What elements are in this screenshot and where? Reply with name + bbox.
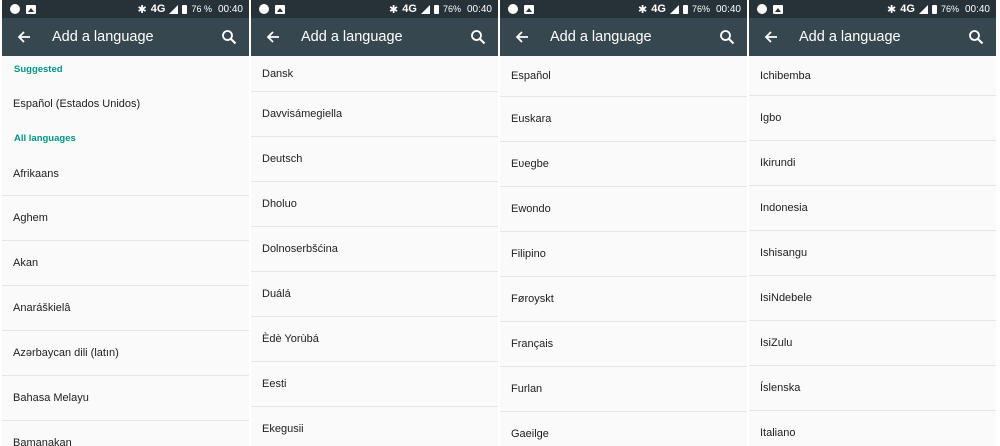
back-arrow-icon[interactable] <box>510 25 534 49</box>
image-notification-icon <box>773 4 783 14</box>
network-type: 4G <box>150 3 166 15</box>
battery-percent: 76% <box>691 4 710 14</box>
battery-icon <box>682 4 688 14</box>
language-item[interactable]: Dansk <box>251 56 498 92</box>
status-bar: ✱ 4G 76% 00:40 <box>251 0 498 18</box>
language-item[interactable]: Français <box>500 322 747 367</box>
language-item[interactable]: Gaeilge <box>500 412 747 446</box>
notification-circle-icon <box>10 4 20 14</box>
language-item[interactable]: Afrikaans <box>2 152 249 196</box>
network-type: 4G <box>402 3 417 15</box>
notification-circle-icon <box>508 4 518 14</box>
screen-panel-4: ✱ 4G 76% 00:40 Add a language Ichibemba … <box>749 0 996 446</box>
page-title: Add a language <box>301 29 403 45</box>
language-item[interactable]: Euskara <box>500 97 747 142</box>
notification-circle-icon <box>757 4 767 14</box>
search-icon[interactable] <box>964 25 988 49</box>
battery-icon <box>433 4 439 14</box>
page-title: Add a language <box>799 29 901 45</box>
battery-icon <box>182 4 188 14</box>
suggested-header: Suggested <box>14 64 63 75</box>
language-item[interactable]: Español <box>500 56 747 97</box>
language-list: Dansk Davvisámegiella Deutsch Dholuo Dol… <box>251 56 498 446</box>
language-item[interactable]: Ishisangu <box>749 231 996 276</box>
signal-icon <box>420 4 430 14</box>
language-item[interactable]: Føroyskt <box>500 277 747 322</box>
language-item[interactable]: Furlan <box>500 367 747 412</box>
language-item[interactable]: Dolnoserbšćina <box>251 227 498 272</box>
all-languages-header: All languages <box>14 133 76 144</box>
app-bar: Add a language <box>2 18 249 56</box>
language-item[interactable]: IsiZulu <box>749 321 996 366</box>
language-item[interactable]: Davvisámegiella <box>251 92 498 137</box>
language-item[interactable]: Eesti <box>251 362 498 407</box>
network-type: 4G <box>900 3 915 15</box>
battery-percent: 76% <box>940 4 959 14</box>
language-item[interactable]: Ikirundi <box>749 141 996 186</box>
status-bar: ✱ 4G 76% 00:40 <box>500 0 747 18</box>
page-title: Add a language <box>550 29 652 45</box>
status-bar: ✱ 4G 76 % 00:40 <box>2 0 249 18</box>
status-time: 00:40 <box>715 3 741 15</box>
bluetooth-icon: ✱ <box>638 3 648 16</box>
language-item[interactable]: Indonesia <box>749 186 996 231</box>
page-title: Add a language <box>52 29 154 45</box>
battery-percent: 76 % <box>191 4 212 14</box>
back-arrow-icon[interactable] <box>759 25 783 49</box>
language-list: Suggested Español (Estados Unidos) All l… <box>2 56 249 446</box>
battery-percent: 76% <box>442 4 461 14</box>
image-notification-icon <box>275 4 285 14</box>
status-time: 00:40 <box>964 3 990 15</box>
screen-panel-2: ✱ 4G 76% 00:40 Add a language Dansk Davv… <box>251 0 498 446</box>
language-item[interactable]: Íslenska <box>749 366 996 411</box>
language-item[interactable]: Bahasa Melayu <box>2 376 249 421</box>
image-notification-icon <box>26 4 36 14</box>
app-bar: Add a language <box>500 18 747 56</box>
language-item[interactable]: Ewondo <box>500 187 747 232</box>
app-bar: Add a language <box>251 18 498 56</box>
language-item[interactable]: Anaráškielâ <box>2 286 249 331</box>
search-icon[interactable] <box>715 25 739 49</box>
language-item[interactable]: Ichibemba <box>749 56 996 96</box>
status-time: 00:40 <box>217 3 243 15</box>
back-arrow-icon[interactable] <box>261 25 285 49</box>
language-item[interactable]: Bamanakan <box>2 421 249 446</box>
back-arrow-icon[interactable] <box>12 25 36 49</box>
signal-icon <box>669 4 679 14</box>
language-item[interactable]: Duálá <box>251 272 498 317</box>
bluetooth-icon: ✱ <box>887 3 897 16</box>
search-icon[interactable] <box>217 25 241 49</box>
language-item[interactable]: Dholuo <box>251 182 498 227</box>
language-item[interactable]: Azərbaycan dili (latın) <box>2 331 249 376</box>
image-notification-icon <box>524 4 534 14</box>
app-bar: Add a language <box>749 18 996 56</box>
battery-icon <box>931 4 937 14</box>
search-icon[interactable] <box>466 25 490 49</box>
language-list: Español Euskara Eʋegbe Ewondo Filipino F… <box>500 56 747 446</box>
signal-icon <box>918 4 928 14</box>
language-item[interactable]: Èdè Yorùbá <box>251 317 498 362</box>
language-item[interactable]: Eʋegbe <box>500 142 747 187</box>
language-list: Ichibemba Igbo Ikirundi Indonesia Ishisa… <box>749 56 996 446</box>
language-item-suggested[interactable]: Español (Estados Unidos) <box>2 83 249 125</box>
bluetooth-icon: ✱ <box>389 3 399 16</box>
language-item[interactable]: Ekegusii <box>251 407 498 446</box>
screen-panel-1: ✱ 4G 76 % 00:40 Add a language Suggested… <box>2 0 249 446</box>
language-item[interactable]: Aghem <box>2 196 249 241</box>
network-type: 4G <box>651 3 666 15</box>
status-time: 00:40 <box>466 3 492 15</box>
screen-panel-3: ✱ 4G 76% 00:40 Add a language Español Eu… <box>500 0 747 446</box>
language-item[interactable]: IsiNdebele <box>749 276 996 321</box>
language-item[interactable]: Deutsch <box>251 137 498 182</box>
bluetooth-icon: ✱ <box>137 3 147 16</box>
status-bar: ✱ 4G 76% 00:40 <box>749 0 996 18</box>
language-item[interactable]: Filipino <box>500 232 747 277</box>
signal-icon <box>169 4 179 14</box>
notification-circle-icon <box>259 4 269 14</box>
language-item[interactable]: Igbo <box>749 96 996 141</box>
language-item[interactable]: Italiano <box>749 411 996 446</box>
language-item[interactable]: Akan <box>2 241 249 286</box>
